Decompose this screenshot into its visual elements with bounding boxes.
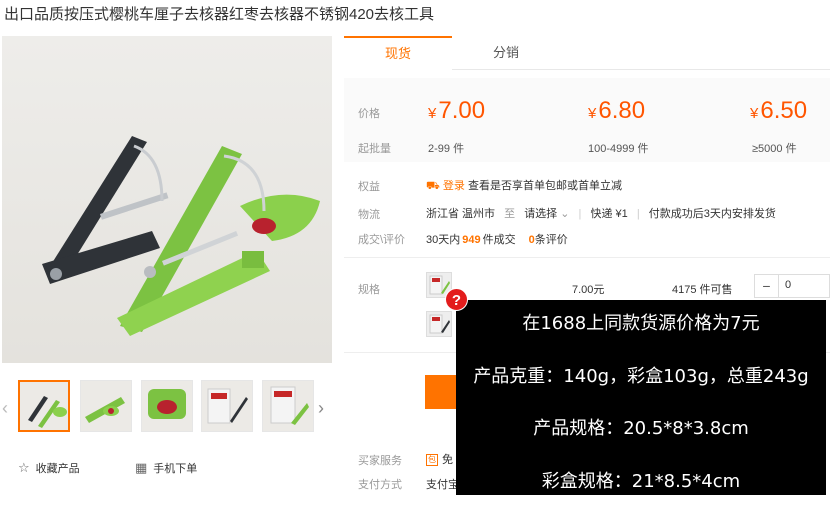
favorite-label: 收藏产品 xyxy=(35,463,80,475)
thumbnail-image xyxy=(85,397,125,423)
main-product-image[interactable] xyxy=(2,36,332,363)
deals-count: 949 xyxy=(462,234,481,246)
origin-text: 浙江省 温州市 xyxy=(426,208,496,220)
overlay-line-2: 产品克重：140g，彩盒103g，总重243g xyxy=(473,366,809,387)
mobile-order-label: 手机下单 xyxy=(153,463,198,475)
range-tier-3: ≥5000 件 xyxy=(752,143,797,155)
benefits-text: 查看是否享首单包邮或首单立减 xyxy=(467,180,622,192)
buyer-service-text: 免 xyxy=(442,454,453,466)
thumbnail-4[interactable] xyxy=(201,380,253,432)
favorite-button[interactable]: ☆ 收藏产品 xyxy=(18,460,80,476)
spec-thumbnail-image xyxy=(429,314,450,334)
overlay-line-3: 产品规格：20.5*8*3.8cm xyxy=(533,418,749,439)
carrier-text: 快递 ¥1 xyxy=(590,208,628,220)
spec-stock: 4175 件可售 xyxy=(672,284,733,296)
quantity-stepper: − 0 xyxy=(754,274,830,298)
quantity-input[interactable]: 0 xyxy=(785,279,791,291)
spec-option-2[interactable] xyxy=(426,311,452,337)
thumbnail-image xyxy=(270,386,309,425)
buyer-service-label: 买家服务 xyxy=(358,455,402,467)
cherry-pitter-illustration xyxy=(42,136,320,336)
thumbnail-image xyxy=(148,389,186,419)
benefits-label: 权益 xyxy=(358,181,380,193)
product-title: 出口品质按压式樱桃车厘子去核器红枣去核器不锈钢420去核工具 xyxy=(4,6,435,23)
price-tier-2: ¥6.80 xyxy=(588,97,646,124)
thumbnail-image xyxy=(207,388,248,424)
chevron-right-icon[interactable]: › xyxy=(318,398,324,419)
destination-select[interactable]: 请选择 ⌄ xyxy=(524,208,569,220)
review-suffix: 条评价 xyxy=(534,234,568,246)
logistics-label: 物流 xyxy=(358,209,380,221)
buyer-service-row: 包免 xyxy=(426,451,453,467)
price-label: 价格 xyxy=(358,108,380,120)
thumbnail-1[interactable] xyxy=(18,380,70,432)
deals-suffix: 件成交 xyxy=(482,234,516,246)
spec-label: 规格 xyxy=(358,284,380,296)
overlay-line-1: 在1688上同款货源价格为7元 xyxy=(522,313,760,334)
qr-code-icon: ▦ xyxy=(135,460,148,475)
overlay-line-4: 彩盒规格：21*8.5*4cm xyxy=(541,471,741,492)
service-icon: 包 xyxy=(426,454,438,467)
payment-label: 支付方式 xyxy=(358,479,402,491)
logistics-row: 浙江省 温州市 至 请选择 ⌄ | 快递 ¥1 | 付款成功后3天内安排发货 xyxy=(426,208,776,220)
deals-row: 30天内 949 件成交 0条评价 xyxy=(426,231,568,247)
star-icon: ☆ xyxy=(18,460,30,475)
coupon-icon: ⛟ xyxy=(426,180,440,192)
to-text: 至 xyxy=(504,208,516,220)
login-link[interactable]: 登录 xyxy=(443,180,465,192)
range-tier-2: 100-4999 件 xyxy=(588,143,649,155)
payment-text: 支付宝 xyxy=(426,479,459,491)
thumbnail-5[interactable] xyxy=(262,380,314,432)
price-tier-3: ¥6.50 xyxy=(750,97,808,124)
question-icon[interactable]: ? xyxy=(445,288,468,311)
deals-prefix: 30天内 xyxy=(426,234,461,246)
deals-label: 成交\评价 xyxy=(358,234,406,246)
price-tier-1: ¥7.00 xyxy=(428,97,486,124)
price-panel: 价格 起批量 ¥7.00 2-99 件 ¥6.80 100-4999 件 ¥6.… xyxy=(344,78,830,162)
tab-spot[interactable]: 现货 xyxy=(344,36,452,70)
mobile-order-button[interactable]: ▦ 手机下单 xyxy=(135,460,197,476)
range-tier-1: 2-99 件 xyxy=(428,143,465,155)
decrement-button[interactable]: − xyxy=(755,275,779,297)
chevron-left-icon[interactable]: ‹ xyxy=(2,398,8,419)
thumbnail-image xyxy=(28,396,67,428)
thumbnail-3[interactable] xyxy=(141,380,193,432)
sale-type-tabs: 现货 分销 xyxy=(344,36,830,70)
dispatch-text: 付款成功后3天内安排发货 xyxy=(648,208,776,220)
tab-distribution[interactable]: 分销 xyxy=(452,36,560,70)
info-overlay: 在1688上同款货源价格为7元 产品克重：140g，彩盒103g，总重243g … xyxy=(456,300,826,495)
thumbnail-strip: ‹ › xyxy=(0,380,330,436)
moq-label: 起批量 xyxy=(358,143,391,155)
spec-price: 7.00元 xyxy=(572,284,605,296)
chevron-down-icon: ⌄ xyxy=(560,208,570,220)
benefits-row: ⛟ 登录 查看是否享首单包邮或首单立减 xyxy=(426,177,622,194)
thumbnail-2[interactable] xyxy=(80,380,132,432)
divider xyxy=(344,257,830,258)
